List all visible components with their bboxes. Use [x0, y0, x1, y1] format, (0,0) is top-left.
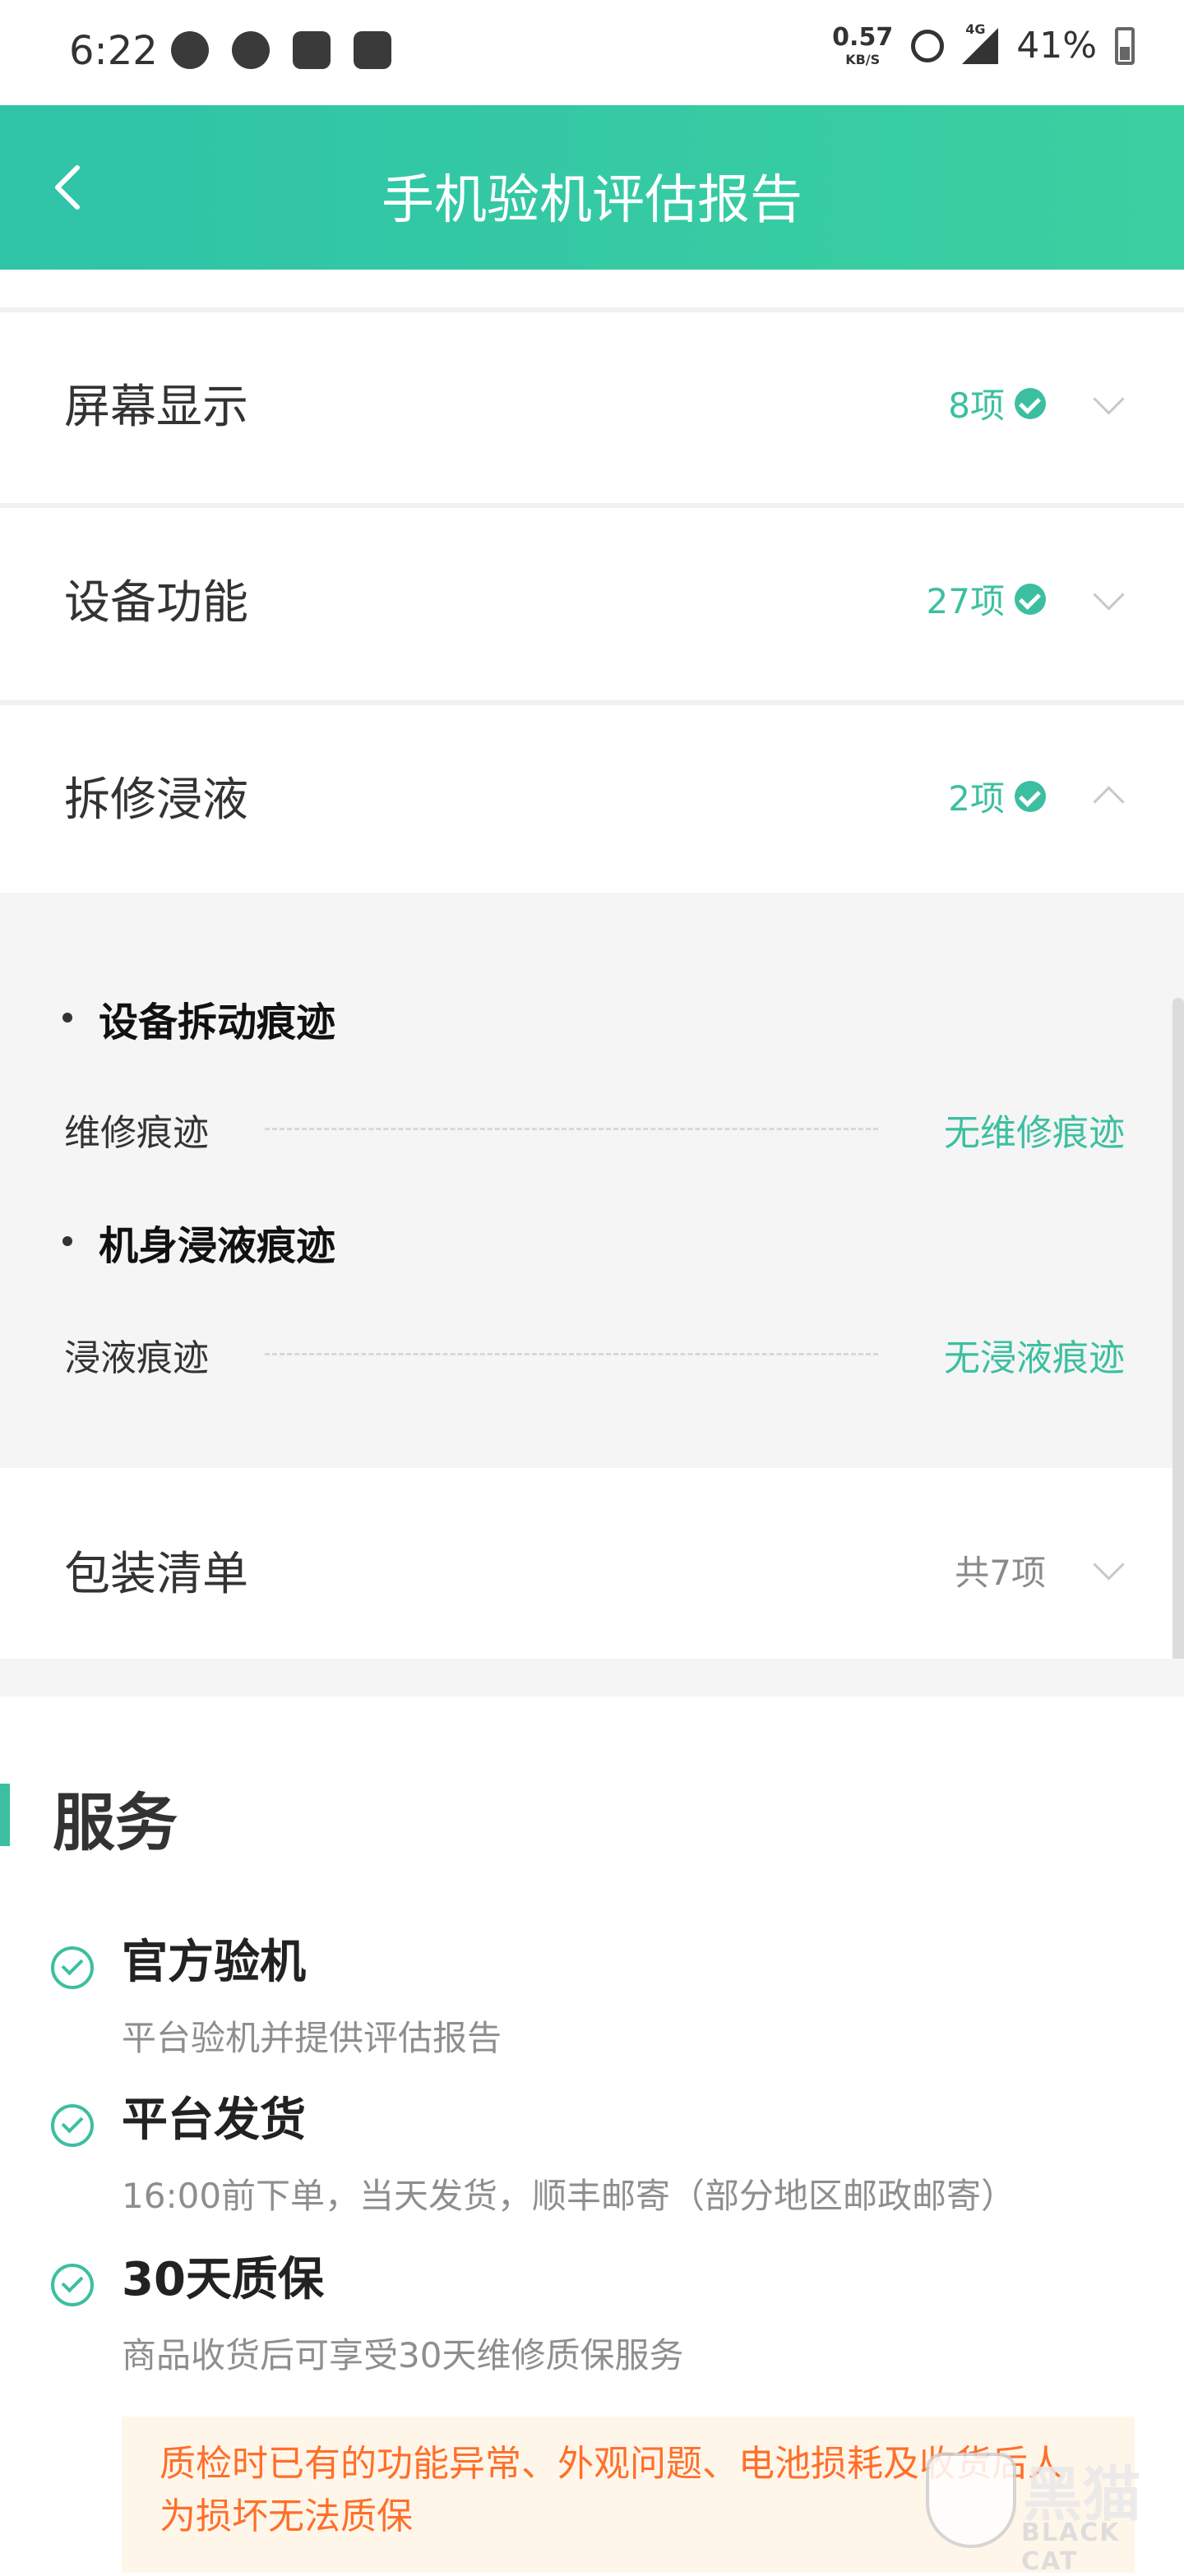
network-type: 4G: [965, 21, 986, 37]
check-circle-outline-icon: [51, 1946, 94, 1989]
page-title: 手机验机评估报告: [382, 170, 802, 231]
detail-heading-text: 设备拆动痕迹: [99, 999, 336, 1046]
service-description: 16:00前下单，当天发货，顺丰邮寄（部分地区邮政邮寄）: [122, 2176, 1016, 2216]
app-notification-icon: [232, 31, 270, 69]
dashed-divider: [265, 1353, 878, 1355]
net-speed-value: 0.57: [832, 22, 894, 52]
section-count-text: 2项: [948, 778, 1005, 819]
dashed-divider: [265, 1128, 878, 1130]
section-count-text: 共7项: [955, 1553, 1046, 1593]
detail-value: 无浸液痕迹: [944, 1337, 1125, 1379]
battery-percent: 41%: [1016, 25, 1097, 67]
app-header: 手机验机评估报告: [0, 105, 1184, 270]
cat-logo-icon: [926, 2453, 1016, 2548]
services-title: 服务: [53, 1786, 178, 1859]
detail-value: 无维修痕迹: [944, 1112, 1125, 1154]
chat-icon: [354, 31, 391, 69]
image-icon: [293, 31, 331, 69]
service-description: 商品收货后可享受30天维修质保服务: [122, 2335, 684, 2375]
detail-row: 维修痕迹 无维修痕迹: [64, 1103, 1125, 1154]
chevron-down-icon: [1093, 1549, 1125, 1581]
detail-group-heading: 机身浸液痕迹: [62, 1213, 335, 1271]
services-section: 服务 官方验机 平台验机并提供评估报告 平台发货 16:00前下单，当天发货，顺…: [0, 1697, 1184, 2573]
section-accent-bar: [0, 1784, 10, 1846]
service-name: 30天质保: [122, 2253, 324, 2306]
chevron-down-icon: [1093, 383, 1125, 415]
chevron-up-icon: [1093, 786, 1125, 818]
watermark-en: BLACK CAT: [1021, 2518, 1121, 2576]
section-title: 屏幕显示: [64, 381, 248, 434]
service-name: 平台发货: [122, 2094, 306, 2147]
chevron-down-icon: [1093, 579, 1125, 611]
check-circle-icon: [1015, 583, 1046, 615]
message-icon: [171, 31, 209, 69]
section-device-functions[interactable]: 设备功能 27项: [0, 503, 1184, 690]
service-description: 平台验机并提供评估报告: [122, 2018, 502, 2058]
section-package-list[interactable]: 包装清单 共7项: [0, 1468, 1184, 1655]
section-title: 设备功能: [64, 576, 248, 630]
watermark-logo: 黑猫 BLACK CAT: [926, 2446, 1164, 2576]
section-title: 拆修浸液: [64, 773, 248, 827]
section-count: 2项: [948, 771, 1046, 821]
section-count: 27项: [927, 574, 1046, 624]
detail-label: 维修痕迹: [64, 1112, 209, 1154]
check-circle-icon: [1015, 387, 1046, 419]
section-title: 包装清单: [64, 1548, 248, 1601]
notification-icons: [171, 31, 391, 69]
signal-icon: 4G: [962, 21, 999, 64]
section-screen-display[interactable]: 屏幕显示 8项: [0, 307, 1184, 495]
section-count: 共7项: [955, 1545, 1046, 1595]
section-repair-liquid[interactable]: 拆修浸液 2项: [0, 700, 1184, 888]
battery-icon: [1115, 26, 1135, 65]
service-name: 官方验机: [122, 1936, 306, 1989]
section-count-text: 8项: [948, 385, 1005, 426]
status-bar: 6:22 0.57 KB/S 4G 41%: [0, 0, 1184, 105]
check-circle-icon: [1015, 780, 1046, 812]
section-detail-panel: 设备拆动痕迹 维修痕迹 无维修痕迹 机身浸液痕迹 浸液痕迹 无浸液痕迹: [0, 893, 1184, 1468]
net-speed: 0.57 KB/S: [832, 25, 893, 67]
detail-row: 浸液痕迹 无浸液痕迹: [64, 1328, 1125, 1379]
detail-label: 浸液痕迹: [64, 1337, 209, 1379]
check-circle-outline-icon: [51, 2264, 94, 2306]
section-separator: [0, 1659, 1184, 1697]
net-speed-unit: KB/S: [845, 51, 881, 67]
detail-heading-text: 机身浸液痕迹: [99, 1223, 336, 1269]
alarm-icon: [911, 29, 945, 62]
detail-group-heading: 设备拆动痕迹: [62, 990, 335, 1047]
section-count-text: 27项: [926, 581, 1005, 621]
check-circle-outline-icon: [51, 2104, 94, 2147]
status-indicators: 0.57 KB/S 4G 41%: [832, 21, 1135, 67]
section-count: 8项: [948, 378, 1046, 428]
status-time: 6:22: [69, 28, 158, 74]
